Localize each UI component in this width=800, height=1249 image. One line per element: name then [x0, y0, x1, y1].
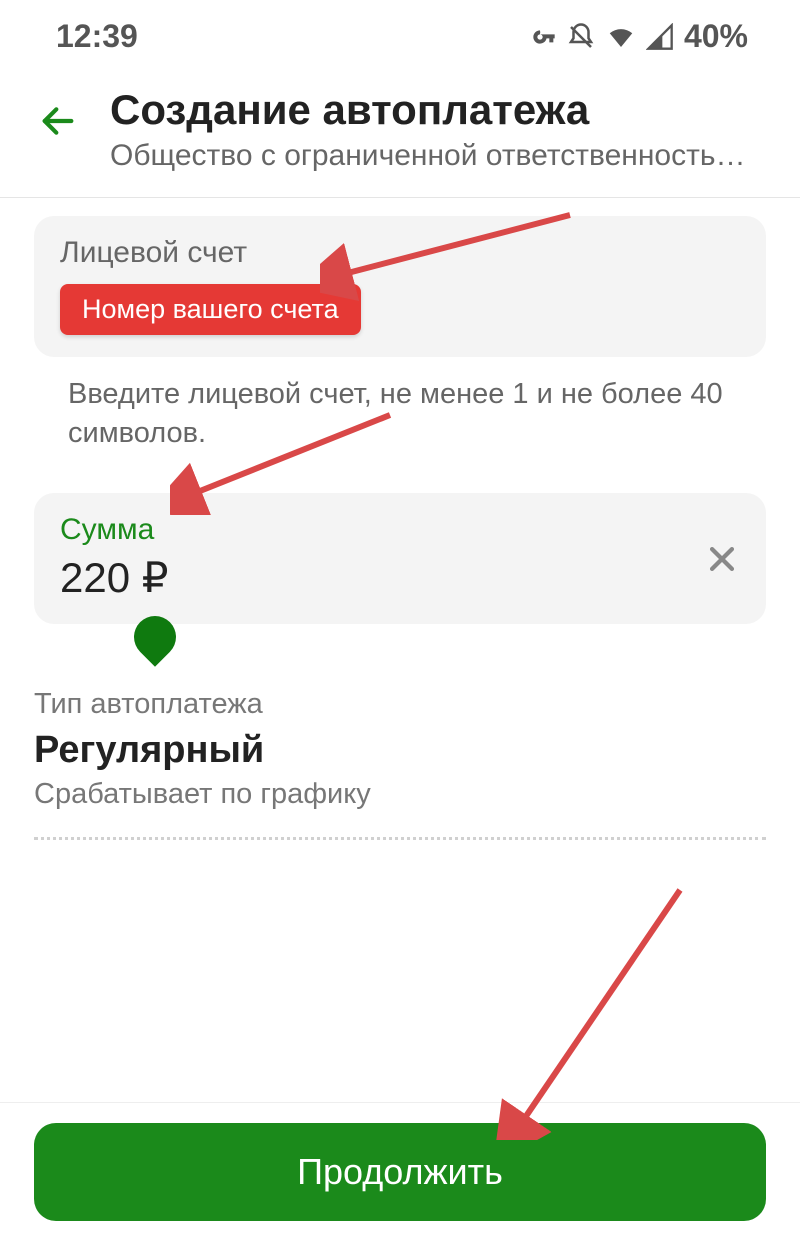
annotation-arrow-3	[495, 880, 695, 1140]
status-bar: 12:39 40%	[0, 0, 800, 65]
footer: Продолжить	[0, 1102, 800, 1221]
content: Лицевой счет Номер вашего счета Введите …	[0, 198, 800, 840]
account-card: Лицевой счет Номер вашего счета	[34, 216, 766, 357]
continue-button[interactable]: Продолжить	[34, 1123, 766, 1221]
wifi-icon	[606, 22, 636, 52]
mute-icon	[566, 22, 596, 52]
page-subtitle: Общество с ограниченной ответственностью…	[110, 139, 766, 173]
type-label: Тип автоплатежа	[34, 688, 766, 721]
battery-text: 40%	[684, 18, 748, 55]
autopayment-type-section: Тип автоплатежа Регулярный Срабатывает п…	[34, 654, 766, 840]
close-icon	[705, 542, 739, 576]
status-time: 12:39	[56, 18, 138, 55]
vpn-key-icon	[524, 21, 556, 53]
amount-label: Сумма	[60, 513, 740, 547]
page-title: Создание автоплатежа	[110, 87, 766, 133]
type-sub: Срабатывает по графику	[34, 778, 766, 811]
arrow-left-icon	[38, 101, 78, 141]
account-label: Лицевой счет	[60, 236, 740, 270]
signal-icon	[646, 23, 674, 51]
page-header: Создание автоплатежа Общество с ограниче…	[0, 65, 800, 198]
status-right: 40%	[524, 18, 748, 55]
amount-value: 220 ₽	[60, 553, 740, 602]
account-number-chip[interactable]: Номер вашего счета	[60, 284, 361, 335]
divider	[34, 837, 766, 840]
amount-card[interactable]: Сумма 220 ₽	[34, 493, 766, 624]
account-hint: Введите лицевой счет, не менее 1 и не бо…	[34, 357, 766, 453]
clear-amount-button[interactable]	[700, 537, 744, 581]
back-button[interactable]	[34, 97, 82, 145]
type-value: Регулярный	[34, 729, 766, 772]
